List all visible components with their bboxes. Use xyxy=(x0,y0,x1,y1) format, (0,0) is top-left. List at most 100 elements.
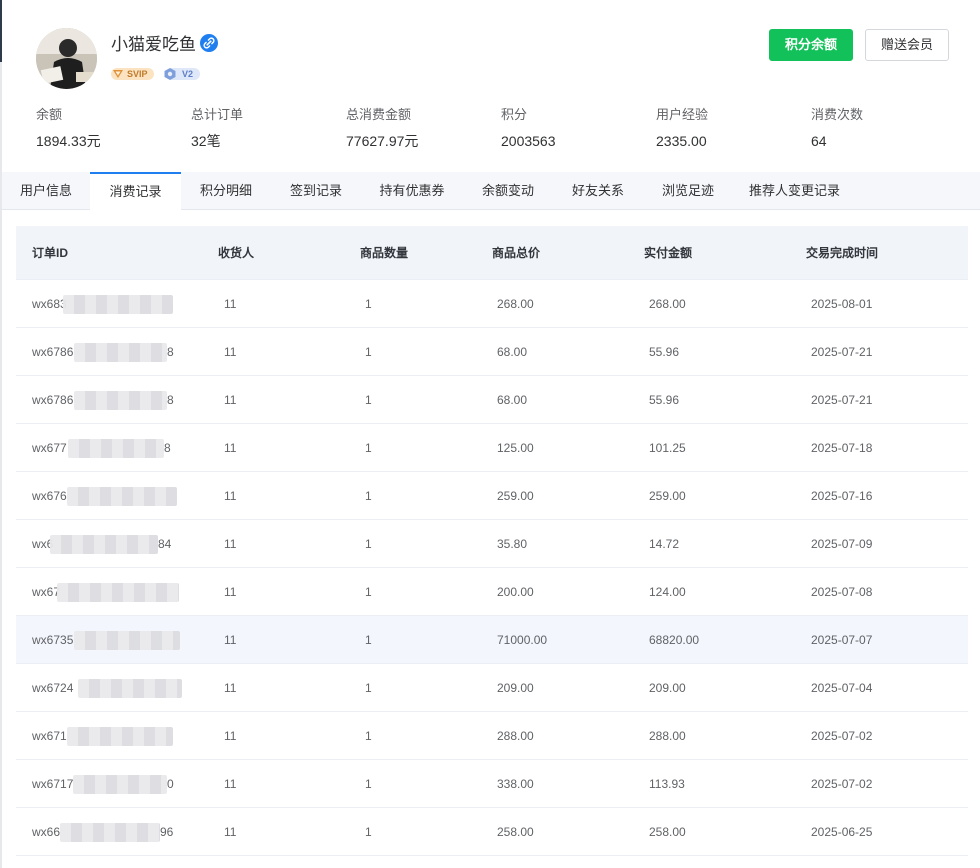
table-row: wx6 84 11 1 35.80 14.72 2025-07-09 xyxy=(16,520,968,568)
total-price-cell: 209.00 xyxy=(497,681,534,695)
table-body: wx683 11 1 268.00 268.00 2025-08-01 wx6786 8 11 1… xyxy=(16,280,968,856)
tab-friends[interactable]: 好友关系 xyxy=(553,172,643,210)
stat-value: 1894.33元 xyxy=(36,133,101,149)
completed-time-cell: 2025-07-02 xyxy=(811,729,873,743)
table-row: wx6786 8 11 1 68.00 55.96 2025-07-21 xyxy=(16,376,968,424)
order-id-prefix: wx6735 xyxy=(32,633,74,647)
gift-member-button[interactable]: 赠送会员 xyxy=(865,29,949,61)
quantity-cell: 1 xyxy=(365,393,372,407)
total-price-cell: 338.00 xyxy=(497,777,534,791)
completed-time-cell: 2025-07-18 xyxy=(811,441,873,455)
redacted-order-id-blur xyxy=(57,583,179,602)
record-tabs: 用户信息 消费记录 积分明细 签到记录 持有优惠券 余额变动 好友关系 浏览足迹… xyxy=(2,172,980,211)
order-id-prefix: wx677 xyxy=(32,441,67,455)
order-id-prefix: wx683 xyxy=(32,297,67,311)
receiver-cell: 11 xyxy=(224,441,237,455)
points-balance-button[interactable]: 积分余额 xyxy=(769,29,853,61)
total-price-cell: 68.00 xyxy=(497,393,528,407)
total-price-cell: 125.00 xyxy=(497,441,534,455)
stat-total-spend: 总消费金额 77627.97元 xyxy=(346,106,496,150)
completed-time-cell: 2025-07-16 xyxy=(811,489,873,503)
stat-purchase-count: 消费次数 64 xyxy=(811,106,961,150)
quantity-cell: 1 xyxy=(365,441,372,455)
order-id-prefix: wx671 xyxy=(32,729,67,743)
order-id-prefix: wx67 xyxy=(32,585,61,599)
stat-total-orders: 总计订单 32笔 xyxy=(191,106,341,150)
receiver-cell: 11 xyxy=(224,297,237,311)
tab-referrer-changes[interactable]: 推荐人变更记录 xyxy=(733,172,856,210)
quantity-cell: 1 xyxy=(365,489,372,503)
tab-points-detail[interactable]: 积分明细 xyxy=(181,172,271,210)
svip-badge-text: SVIP xyxy=(127,69,148,79)
completed-time-cell: 2025-06-25 xyxy=(811,825,873,839)
order-id-suffix: 8 xyxy=(167,345,174,359)
stat-experience: 用户经验 2335.00 xyxy=(656,106,806,150)
stat-label: 积分 xyxy=(501,107,528,122)
completed-time-cell: 2025-07-08 xyxy=(811,585,873,599)
completed-time-cell: 2025-07-04 xyxy=(811,681,873,695)
table-row: wx66 96 11 1 258.00 258.00 2025-06-25 xyxy=(16,808,968,856)
order-id-suffix: 0 xyxy=(167,777,174,791)
column-paid-amount: 实付金额 xyxy=(644,246,693,260)
consumption-table: 订单ID 收货人 商品数量 商品总价 实付金额 交易完成时间 wx683 11 1 2… xyxy=(16,226,968,856)
table-row: wx6717 0 11 1 338.00 113.93 2025-07-02 xyxy=(16,760,968,808)
tab-coupons[interactable]: 持有优惠券 xyxy=(361,172,463,210)
stat-value: 64 xyxy=(811,133,827,149)
user-profile-header: 小猫爱吃鱼 SVIP V2 积分余额 赠送会员 余额 1894.33元 总计订单… xyxy=(0,0,980,172)
paid-amount-cell: 55.96 xyxy=(649,393,680,407)
table-row: wx671 11 1 288.00 288.00 2025-07-02 xyxy=(16,712,968,760)
order-id-prefix: wx6717 xyxy=(32,777,74,791)
stat-balance: 余额 1894.33元 xyxy=(36,106,186,150)
stat-label: 消费次数 xyxy=(811,107,864,122)
paid-amount-cell: 124.00 xyxy=(649,585,686,599)
quantity-cell: 1 xyxy=(365,297,372,311)
redacted-order-id-blur xyxy=(50,535,158,554)
tab-balance-changes[interactable]: 余额变动 xyxy=(463,172,553,210)
table-row: wx677 8 11 1 125.00 101.25 2025-07-18 xyxy=(16,424,968,472)
stat-value: 2003563 xyxy=(501,133,556,149)
level-badge: V2 xyxy=(163,67,200,81)
redacted-order-id-blur xyxy=(78,679,182,698)
paid-amount-cell: 209.00 xyxy=(649,681,686,695)
stat-label: 用户经验 xyxy=(656,107,709,122)
receiver-cell: 11 xyxy=(224,777,237,791)
tab-browse-history[interactable]: 浏览足迹 xyxy=(643,172,733,210)
stat-value: 2335.00 xyxy=(656,133,707,149)
total-price-cell: 268.00 xyxy=(497,297,534,311)
stat-points: 积分 2003563 xyxy=(501,106,651,150)
quantity-cell: 1 xyxy=(365,825,372,839)
receiver-cell: 11 xyxy=(224,633,237,647)
redacted-order-id-blur xyxy=(68,439,164,458)
quantity-cell: 1 xyxy=(365,585,372,599)
receiver-cell: 11 xyxy=(224,489,237,503)
column-order-id: 订单ID xyxy=(32,246,69,260)
order-id-prefix: wx6724 xyxy=(32,681,74,695)
order-id-prefix: wx6786 xyxy=(32,393,74,407)
svip-badge: SVIP xyxy=(111,67,154,81)
receiver-cell: 11 xyxy=(224,729,237,743)
total-price-cell: 71000.00 xyxy=(497,633,548,647)
order-id-prefix: wx676 xyxy=(32,489,67,503)
column-total-price: 商品总价 xyxy=(492,246,541,260)
completed-time-cell: 2025-08-01 xyxy=(811,297,873,311)
column-completed-time: 交易完成时间 xyxy=(806,246,879,260)
stat-label: 总消费金额 xyxy=(346,107,412,122)
redacted-order-id-blur xyxy=(73,775,167,794)
completed-time-cell: 2025-07-09 xyxy=(811,537,873,551)
tab-checkin-records[interactable]: 签到记录 xyxy=(271,172,361,210)
receiver-cell: 11 xyxy=(224,537,237,551)
paid-amount-cell: 113.93 xyxy=(649,777,685,791)
redacted-order-id-blur xyxy=(74,391,167,410)
column-receiver: 收货人 xyxy=(218,246,255,260)
table-row: wx67 11 1 200.00 124.00 2025-07-08 xyxy=(16,568,968,616)
table-row: wx6735 11 1 71000.00 68820.00 2025-07-07 xyxy=(16,616,968,664)
quantity-cell: 1 xyxy=(365,633,372,647)
receiver-cell: 11 xyxy=(224,585,237,599)
quantity-cell: 1 xyxy=(365,729,372,743)
table-row: wx683 11 1 268.00 268.00 2025-08-01 xyxy=(16,280,968,328)
link-verified-icon[interactable] xyxy=(200,34,218,52)
tab-user-info[interactable]: 用户信息 xyxy=(2,172,90,210)
avatar xyxy=(36,28,97,89)
paid-amount-cell: 258.00 xyxy=(649,825,686,839)
tab-consumption-records[interactable]: 消费记录 xyxy=(90,172,181,211)
